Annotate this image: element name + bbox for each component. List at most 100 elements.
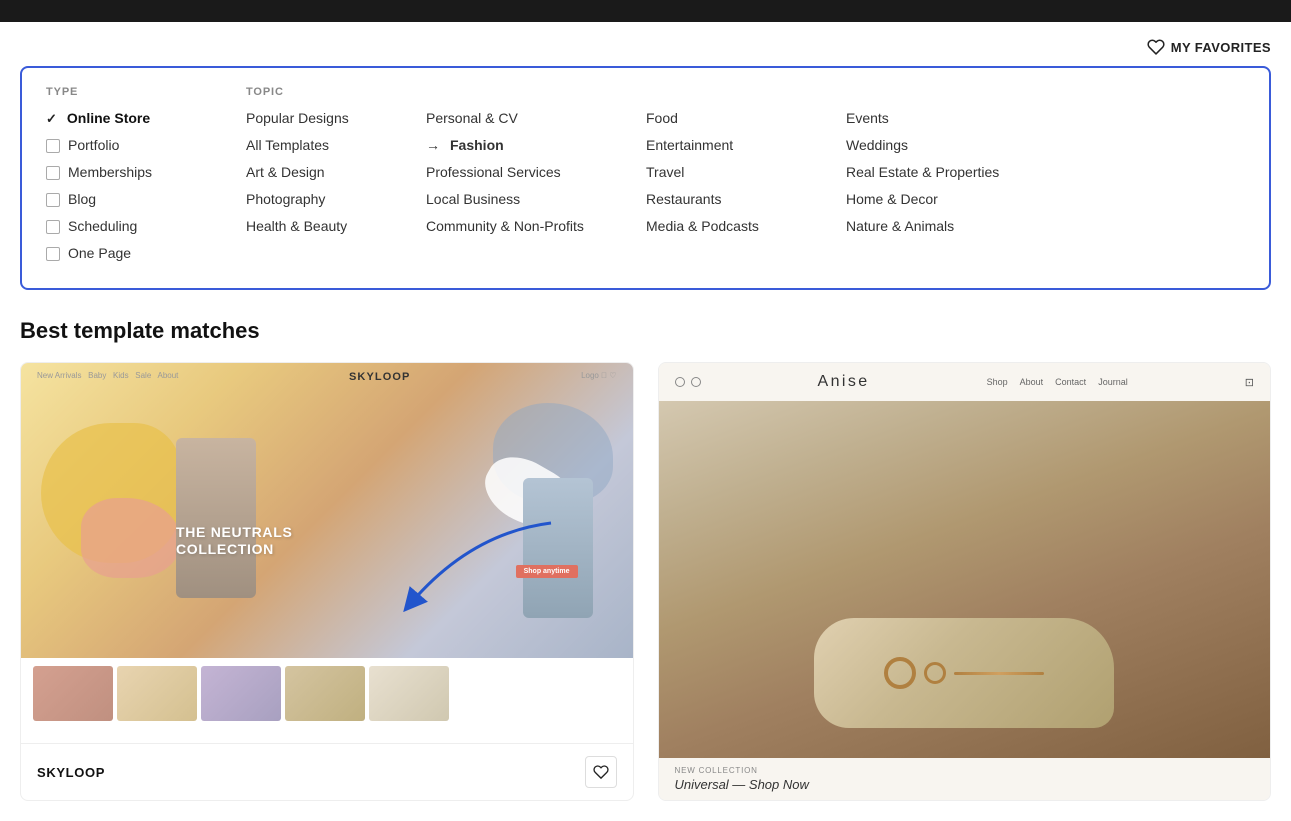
topic-label-spacer2	[646, 86, 846, 98]
type-item-label: Memberships	[68, 162, 152, 183]
type-label: TYPE	[46, 86, 246, 98]
skyloop-nav: New Arrivals Baby Kids Sale About SKYLOO…	[21, 371, 633, 383]
type-item-label: Portfolio	[68, 135, 119, 156]
anise-nav-links: Shop About Contact Journal	[987, 377, 1128, 387]
template-card-anise[interactable]: Anise Shop About Contact Journal ⊡	[658, 362, 1272, 801]
top-bar	[0, 0, 1291, 22]
skyloop-brand: SKYLOOP	[349, 371, 411, 383]
skyloop-card-footer: SKYLOOP	[21, 743, 633, 800]
skyloop-main-preview: New Arrivals Baby Kids Sale About SKYLOO…	[21, 363, 633, 658]
topic-item-label: Real Estate & Properties	[846, 162, 999, 183]
skyloop-favorite-button[interactable]	[585, 756, 617, 788]
topic-restaurants[interactable]: Restaurants	[646, 189, 846, 210]
topic-item-label: Media & Podcasts	[646, 216, 759, 237]
anise-dot-1	[675, 377, 685, 387]
type-item-blog[interactable]: Blog	[46, 189, 246, 210]
topic-label-spacer3	[846, 86, 1086, 98]
topic-column-1: TOPIC Popular Designs All Templates Art …	[246, 86, 426, 270]
skyloop-thumb-1	[33, 666, 113, 721]
anise-nav: Anise Shop About Contact Journal ⊡	[659, 363, 1271, 401]
skyloop-nav-links: New Arrivals Baby Kids Sale About	[37, 371, 178, 383]
skyloop-thumb-4	[285, 666, 365, 721]
skyloop-preview: New Arrivals Baby Kids Sale About SKYLOO…	[21, 363, 633, 743]
topic-community[interactable]: Community & Non-Profits	[426, 216, 646, 237]
topic-events[interactable]: Events	[846, 108, 1086, 129]
type-item-one-page[interactable]: One Page	[46, 243, 246, 264]
skyloop-shop-button: Shop anytime	[516, 565, 578, 578]
topic-weddings[interactable]: Weddings	[846, 135, 1086, 156]
topic-popular-designs[interactable]: Popular Designs	[246, 108, 426, 129]
topic-item-label: Food	[646, 108, 678, 129]
anise-stone	[814, 618, 1114, 728]
anise-jewelry	[884, 657, 1044, 689]
topic-real-estate[interactable]: Real Estate & Properties	[846, 162, 1086, 183]
skyloop-thumb-2	[117, 666, 197, 721]
topic-label-spacer	[426, 86, 646, 98]
topic-health-beauty[interactable]: Health & Beauty	[246, 216, 426, 237]
topic-item-label: Events	[846, 108, 889, 129]
topic-nature[interactable]: Nature & Animals	[846, 216, 1086, 237]
topic-item-label: Fashion	[450, 135, 504, 156]
topic-travel[interactable]: Travel	[646, 162, 846, 183]
anise-card-footer: ANISE	[659, 800, 1271, 801]
header-row: MY FAVORITES	[20, 38, 1271, 56]
topic-item-label: Community & Non-Profits	[426, 216, 584, 237]
anise-shop-line: Universal — Shop Now	[675, 777, 1255, 792]
anise-dot-2	[691, 377, 701, 387]
section-title: Best template matches	[20, 318, 1271, 344]
type-item-memberships[interactable]: Memberships	[46, 162, 246, 183]
anise-ring-1	[884, 657, 916, 689]
skyloop-bg: New Arrivals Baby Kids Sale About SKYLOO…	[21, 363, 633, 658]
topic-item-label: Photography	[246, 189, 325, 210]
skyloop-nav-icons: Logo  ♡	[581, 371, 616, 383]
type-item-label: Online Store	[67, 108, 150, 129]
skyloop-thumb-3	[201, 666, 281, 721]
checkbox-icon	[46, 139, 60, 153]
anise-footer: NEW COLLECTION Universal — Shop Now	[659, 758, 1271, 800]
topic-home-decor[interactable]: Home & Decor	[846, 189, 1086, 210]
arrow-right-icon: →	[426, 135, 440, 156]
anise-hero-image	[659, 401, 1271, 758]
topic-item-label: Home & Decor	[846, 189, 938, 210]
topic-personal-cv[interactable]: Personal & CV	[426, 108, 646, 129]
heart-outline-icon	[593, 764, 609, 780]
topic-item-label: Local Business	[426, 189, 520, 210]
my-favorites-label: MY FAVORITES	[1171, 40, 1271, 55]
templates-grid: New Arrivals Baby Kids Sale About SKYLOO…	[20, 362, 1271, 801]
checkmark-icon: ✓	[46, 109, 57, 129]
type-item-label: Scheduling	[68, 216, 137, 237]
anise-brand: Anise	[818, 373, 870, 391]
topic-food[interactable]: Food	[646, 108, 846, 129]
type-item-scheduling[interactable]: Scheduling	[46, 216, 246, 237]
topic-label: TOPIC	[246, 86, 426, 98]
anise-nav-icons	[675, 377, 701, 387]
type-item-label: One Page	[68, 243, 131, 264]
topic-item-label: Professional Services	[426, 162, 561, 183]
anise-preview: Anise Shop About Contact Journal ⊡	[659, 363, 1271, 800]
topic-professional-services[interactable]: Professional Services	[426, 162, 646, 183]
topic-photography[interactable]: Photography	[246, 189, 426, 210]
type-column: TYPE ✓ Online Store Portfolio Membership…	[46, 86, 246, 270]
type-item-portfolio[interactable]: Portfolio	[46, 135, 246, 156]
checkbox-icon	[46, 193, 60, 207]
topic-item-label: Entertainment	[646, 135, 733, 156]
template-card-skyloop[interactable]: New Arrivals Baby Kids Sale About SKYLOO…	[20, 362, 634, 801]
my-favorites-button[interactable]: MY FAVORITES	[1147, 38, 1271, 56]
topic-fashion[interactable]: → Fashion	[426, 135, 646, 156]
anise-nav-about: About	[1020, 377, 1044, 387]
topic-item-label: Weddings	[846, 135, 908, 156]
topic-local-business[interactable]: Local Business	[426, 189, 646, 210]
page-wrapper: MY FAVORITES TYPE ✓ Online Store Portfol…	[0, 22, 1291, 821]
topic-media[interactable]: Media & Podcasts	[646, 216, 846, 237]
anise-nav-contact: Contact	[1055, 377, 1086, 387]
filter-columns: TYPE ✓ Online Store Portfolio Membership…	[46, 86, 1245, 270]
anise-chain	[954, 672, 1044, 675]
topic-art-design[interactable]: Art & Design	[246, 162, 426, 183]
topic-all-templates[interactable]: All Templates	[246, 135, 426, 156]
topic-entertainment[interactable]: Entertainment	[646, 135, 846, 156]
type-item-online-store[interactable]: ✓ Online Store	[46, 108, 246, 129]
anise-ring-2	[924, 662, 946, 684]
anise-cart-icon: ⊡	[1245, 376, 1254, 389]
skyloop-thumb-5	[369, 666, 449, 721]
topic-column-2: Personal & CV → Fashion Professional Ser…	[426, 86, 646, 270]
